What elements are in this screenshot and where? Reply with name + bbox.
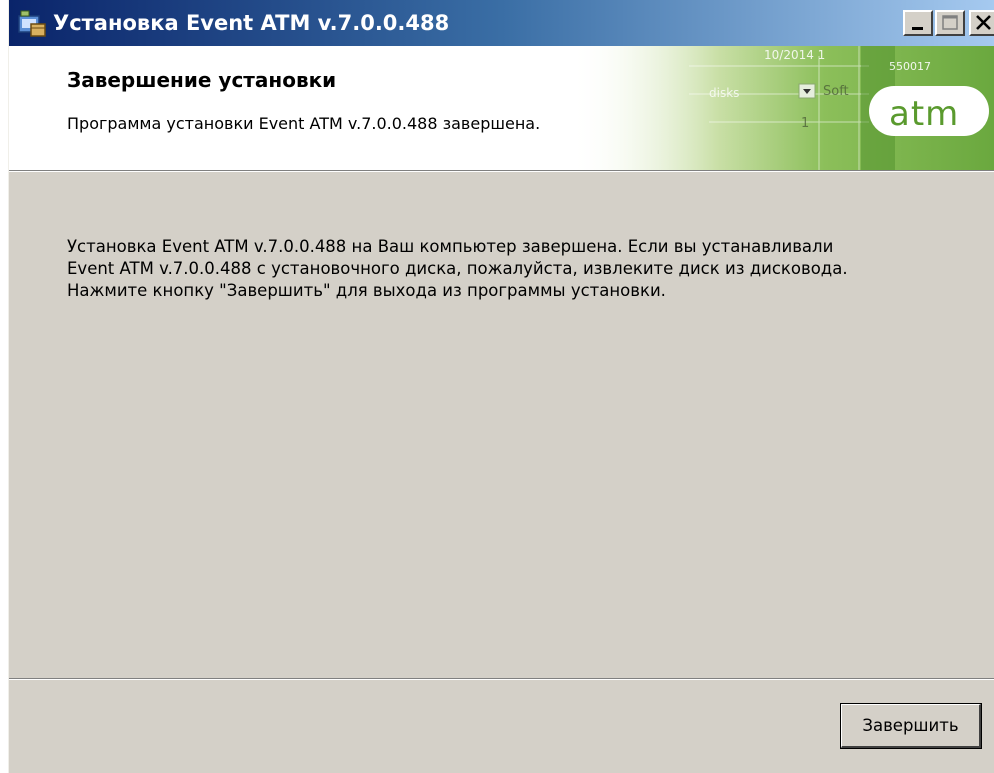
banner-snippet-soft: Soft bbox=[823, 84, 849, 99]
header-title: Завершение установки bbox=[67, 68, 337, 92]
header-divider bbox=[9, 170, 994, 172]
footer-divider bbox=[9, 678, 994, 680]
installer-window: Установка Event ATM v.7.0.0.488 10/2014 … bbox=[8, 0, 994, 773]
minimize-button[interactable] bbox=[903, 10, 933, 36]
close-icon bbox=[976, 15, 991, 30]
installer-app-icon[interactable] bbox=[17, 10, 47, 38]
title-bar[interactable]: Установка Event ATM v.7.0.0.488 bbox=[9, 0, 994, 46]
banner-snippet-one: 1 bbox=[801, 116, 810, 131]
banner-snippet-disks: disks bbox=[709, 86, 740, 100]
maximize-button[interactable] bbox=[935, 10, 965, 36]
header-banner: 10/2014 1 550017 Soft disks 1 atm Заверш… bbox=[9, 46, 994, 170]
finish-button[interactable]: Завершить bbox=[840, 703, 982, 749]
close-button[interactable] bbox=[969, 10, 994, 36]
banner-snippet-code: 550017 bbox=[889, 60, 931, 73]
window-title: Установка Event ATM v.7.0.0.488 bbox=[53, 11, 450, 35]
header-subtitle: Программа установки Event ATM v.7.0.0.48… bbox=[67, 114, 541, 133]
completion-message: Установка Event ATM v.7.0.0.488 на Ваш к… bbox=[67, 237, 848, 300]
atm-logo: atm bbox=[889, 94, 960, 134]
banner-snippet-date: 10/2014 1 bbox=[764, 48, 826, 62]
maximize-icon bbox=[942, 15, 958, 30]
minimize-icon bbox=[912, 27, 923, 30]
